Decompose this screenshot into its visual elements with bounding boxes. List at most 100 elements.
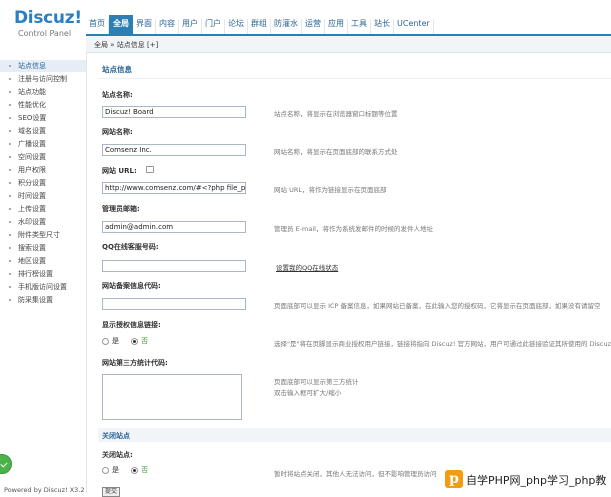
sidebar-item-register[interactable]: 注册与访问控制 — [0, 73, 86, 85]
bullet-icon — [9, 247, 11, 249]
web-url-tip: 网站 URL，将作为链接显示在页面底部 — [274, 186, 387, 194]
close-site-title: 关闭站点 — [102, 432, 130, 440]
web-name-label: 网站名称: — [102, 128, 133, 136]
main-content: 站点信息 站点名称: Discuz! Board 站点名称，将显示在浏览器窗口标… — [86, 52, 611, 497]
bullet-icon — [9, 78, 11, 80]
web-name-input[interactable]: Comsenz Inc. — [102, 144, 246, 156]
license-yes-label: 是 — [112, 337, 119, 345]
check-mark — [0, 460, 8, 468]
web-url-input[interactable]: http://www.comsenz.com/#<?php file_p — [102, 182, 246, 194]
nav-users[interactable]: 用户 — [179, 19, 202, 34]
sidebar-item-search[interactable]: 搜索设置 — [0, 242, 86, 254]
submit-button[interactable]: 提交 — [102, 487, 120, 497]
bullet-icon — [9, 169, 11, 171]
bullet-icon — [9, 182, 11, 184]
icp-label: 网站备案信息代码: — [102, 282, 161, 290]
nav-apps[interactable]: 应用 — [325, 19, 348, 34]
section-title: 站点信息 — [102, 65, 132, 74]
license-label: 显示授权信息链接: — [102, 321, 161, 329]
stats-label: 网站第三方统计代码: — [102, 359, 168, 367]
sidebar-item-watermark[interactable]: 水印设置 — [0, 216, 86, 228]
bullet-icon — [9, 299, 11, 301]
site-name-label: 站点名称: — [102, 91, 133, 99]
sidebar-item-attachment[interactable]: 附件类型尺寸 — [0, 229, 86, 241]
nav-groups[interactable]: 群组 — [248, 19, 271, 34]
sidebar-item-broadcast[interactable]: 广播设置 — [0, 138, 86, 150]
logo: Discuz! — [14, 8, 82, 28]
sidebar-item-permissions[interactable]: 用户权限 — [0, 164, 86, 176]
nav-content[interactable]: 内容 — [156, 19, 179, 34]
sidebar-item-site-info[interactable]: 站点信息 — [0, 60, 86, 72]
site-name-tip: 站点名称，将显示在浏览器窗口标题等位置 — [274, 110, 398, 118]
nav-global[interactable]: 全局 — [109, 15, 133, 34]
close-site-no-radio[interactable] — [131, 466, 139, 474]
sidebar-item-domain[interactable]: 域名设置 — [0, 125, 86, 137]
bullet-icon — [9, 195, 11, 197]
php-logo-icon: p — [445, 470, 463, 488]
site-name-input[interactable]: Discuz! Board — [102, 106, 246, 118]
license-no-radio[interactable] — [131, 337, 139, 345]
license-radio-group: 是 否 — [102, 336, 158, 346]
logo-area[interactable]: Discuz! Control Panel — [0, 0, 86, 48]
nav-interface[interactable]: 界面 — [133, 19, 156, 34]
sidebar-item-anticollect[interactable]: 防采集设置 — [0, 294, 86, 306]
bullet-icon — [9, 221, 11, 223]
stats-tip-1: 页面底部可以显示第三方统计 — [274, 378, 359, 386]
sidebar-item-region[interactable]: 地区设置 — [0, 255, 86, 267]
sidebar-item-space[interactable]: 空间设置 — [0, 151, 86, 163]
close-site-tip: 暂时将站点关闭，其他人无法访问，但不影响管理员访问 — [274, 470, 437, 478]
bullet-icon — [9, 260, 11, 262]
icp-tip: 页面底部可以显示 ICP 备案信息，如果网站已备案，在此输入您的授权码，它将显示… — [274, 302, 601, 310]
sidebar-item-ranking[interactable]: 排行榜设置 — [0, 268, 86, 280]
top-nav: 首页 全局 界面 内容 用户 门户 论坛 群组 防灌水 运营 应用 工具 站长 … — [86, 12, 611, 34]
comment-icon[interactable] — [146, 166, 154, 173]
nav-ucenter[interactable]: UCenter — [394, 19, 434, 34]
sidebar-item-features[interactable]: 站点功能 — [0, 86, 86, 98]
php-logo-letter: p — [449, 471, 459, 487]
bullet-icon — [9, 130, 11, 132]
nav-tools[interactable]: 工具 — [348, 19, 371, 34]
nav-webmaster[interactable]: 站长 — [371, 19, 394, 34]
license-yes-radio[interactable] — [102, 337, 109, 345]
sidebar-item-time[interactable]: 时间设置 — [0, 190, 86, 202]
web-url-label: 网站 URL: — [102, 167, 137, 175]
sidebar-item-seo[interactable]: SEO设置 — [0, 112, 86, 124]
nav-forum[interactable]: 论坛 — [225, 19, 248, 34]
sidebar-item-performance[interactable]: 性能优化 — [0, 99, 86, 111]
admin-email-label: 管理员邮箱: — [102, 205, 140, 213]
logo-subtitle: Control Panel — [18, 29, 72, 38]
bullet-icon — [9, 65, 11, 67]
sidebar-item-mobile[interactable]: 手机版访问设置 — [0, 281, 86, 293]
stats-textarea[interactable] — [102, 374, 242, 420]
qq-status-link[interactable]: 设置我的QQ在线状态 — [276, 262, 338, 272]
watermark-text: 自学PHP网_php学习_php教 — [466, 474, 607, 487]
sidebar-item-upload[interactable]: 上传设置 — [0, 203, 86, 215]
icp-input[interactable] — [102, 298, 246, 310]
license-no-label: 否 — [141, 337, 149, 345]
qq-input[interactable] — [102, 260, 246, 272]
bullet-icon — [9, 143, 11, 145]
bullet-icon — [9, 208, 11, 210]
admin-email-tip: 管理员 E-mail，将作为系统发邮件的时候的发件人地址 — [274, 225, 433, 233]
divider — [98, 78, 611, 79]
float-check-icon[interactable] — [0, 454, 12, 474]
sidebar-item-credits[interactable]: 积分设置 — [0, 177, 86, 189]
qq-label: QQ在线客服号码: — [102, 243, 159, 251]
bullet-icon — [9, 286, 11, 288]
nav-home[interactable]: 首页 — [86, 19, 109, 34]
close-site-no-label: 否 — [141, 466, 149, 474]
bullet-icon — [9, 117, 11, 119]
bullet-icon — [9, 273, 11, 275]
watermark: p 自学PHP网_php学习_php教 — [444, 467, 611, 493]
nav-portal[interactable]: 门户 — [202, 19, 225, 34]
close-site-yes-label: 是 — [112, 466, 119, 474]
license-tip: 选择"是"将在页脚显示商业授权用户链接，链接将指向 Discuz! 官方网站，用… — [274, 340, 611, 348]
admin-email-input[interactable]: admin@admin.com — [102, 221, 246, 233]
nav-antispam[interactable]: 防灌水 — [271, 19, 302, 34]
breadcrumb[interactable]: 全局 » 站点信息 [+] — [94, 40, 158, 50]
close-site-yes-radio[interactable] — [102, 466, 109, 474]
stats-tip-2: 双击输入框可扩大/缩小 — [274, 389, 342, 397]
close-site-radio-group: 是 否 — [102, 465, 158, 475]
bullet-icon — [9, 156, 11, 158]
nav-operation[interactable]: 运营 — [302, 19, 325, 34]
